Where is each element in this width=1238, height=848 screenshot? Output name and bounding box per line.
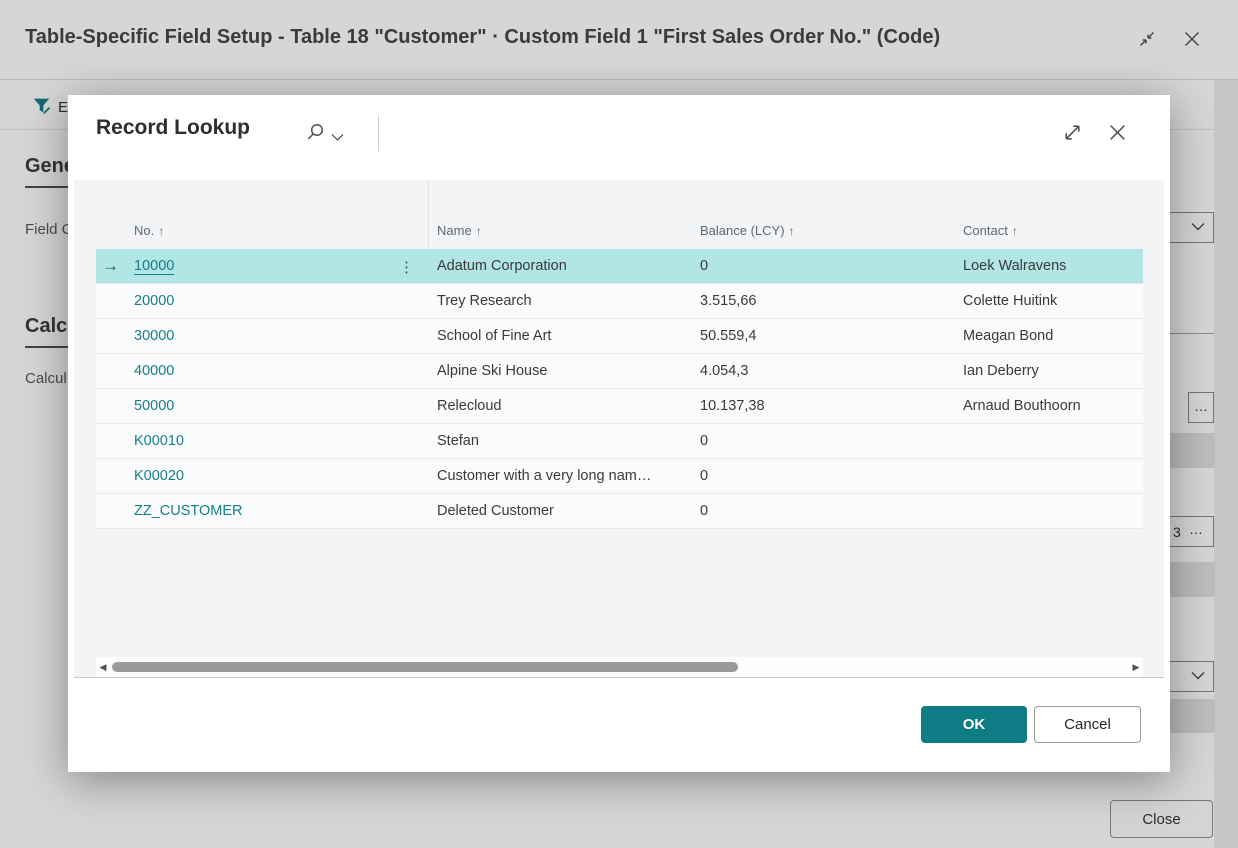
table-row[interactable]: ZZ_CUSTOMER Deleted Customer 0 [96, 494, 1143, 529]
cell-no: 40000 [96, 363, 428, 379]
app-window: Table-Specific Field Setup - Table 18 "C… [0, 0, 1238, 848]
cell-no: ZZ_CUSTOMER [96, 503, 428, 519]
cell-no: → 10000 ⋮ [96, 258, 428, 274]
cell-no: 50000 [96, 398, 428, 414]
record-no-link[interactable]: K00020 [134, 468, 184, 484]
table-row[interactable]: K00020 Customer with a very long nam… 0 [96, 459, 1143, 494]
table-body: → 10000 ⋮ Adatum Corporation 0 Loek Walr… [96, 249, 1143, 529]
cell-balance[interactable]: 10.137,38 [690, 398, 953, 414]
table-row[interactable]: K00010 Stefan 0 [96, 424, 1143, 459]
cell-contact[interactable]: Colette Huitink [953, 293, 1143, 309]
cell-balance[interactable]: 4.054,3 [690, 363, 953, 379]
cell-contact[interactable]: Meagan Bond [953, 328, 1143, 344]
cell-contact[interactable]: Ian Deberry [953, 363, 1143, 379]
table-row[interactable]: 40000 Alpine Ski House 4.054,3 Ian Deber… [96, 354, 1143, 389]
cell-balance[interactable]: 0 [690, 503, 953, 519]
cell-name[interactable]: Stefan [428, 433, 690, 449]
table-row[interactable]: 30000 School of Fine Art 50.559,4 Meagan… [96, 319, 1143, 354]
record-no-link[interactable]: 10000 [134, 258, 174, 275]
horizontal-scrollbar[interactable]: ◀ ▶ [96, 657, 1143, 677]
scrollbar-thumb[interactable] [112, 662, 738, 672]
ok-button[interactable]: OK [921, 706, 1027, 743]
sort-ascending-icon: ↑ [476, 224, 482, 238]
cell-balance[interactable]: 0 [690, 433, 953, 449]
cell-no: 20000 [96, 293, 428, 309]
record-lookup-dialog: Record Lookup No. [68, 95, 1170, 772]
table-row[interactable]: 20000 Trey Research 3.515,66 Colette Hui… [96, 284, 1143, 319]
scroll-right-arrow-icon[interactable]: ▶ [1129, 662, 1143, 673]
column-header-balance[interactable]: Balance (LCY) ↑ [690, 223, 953, 238]
record-no-link[interactable]: ZZ_CUSTOMER [134, 503, 243, 519]
search-chevron-down-icon[interactable] [331, 129, 344, 139]
sort-ascending-icon: ↑ [1012, 224, 1018, 238]
table-row[interactable]: → 10000 ⋮ Adatum Corporation 0 Loek Walr… [96, 249, 1143, 284]
header-divider [378, 115, 379, 151]
cell-balance[interactable]: 3.515,66 [690, 293, 953, 309]
expand-dialog-icon[interactable] [1062, 122, 1083, 143]
cell-balance[interactable]: 50.559,4 [690, 328, 953, 344]
current-row-arrow-icon: → [102, 256, 119, 276]
cell-name[interactable]: Alpine Ski House [428, 363, 690, 379]
sort-ascending-icon: ↑ [789, 224, 795, 238]
cell-contact[interactable]: Loek Walravens [953, 258, 1143, 274]
column-header-name[interactable]: Name ↑ [428, 223, 690, 238]
scrollbar-track[interactable] [110, 657, 1129, 677]
cell-no: K00020 [96, 468, 428, 484]
row-menu-icon[interactable]: ⋮ [399, 258, 414, 276]
search-icon[interactable] [305, 122, 325, 142]
column-header-no[interactable]: No. ↑ [96, 223, 428, 238]
grid-header-row: No. ↑ Name ↑ Balance (LCY) ↑ Contact ↑ [96, 212, 1143, 249]
cell-balance[interactable]: 0 [690, 468, 953, 484]
record-no-link[interactable]: 30000 [134, 328, 174, 344]
table-row[interactable]: 50000 Relecloud 10.137,38 Arnaud Bouthoo… [96, 389, 1143, 424]
cell-name[interactable]: Adatum Corporation [428, 258, 690, 274]
dialog-title: Record Lookup [96, 116, 250, 140]
close-dialog-icon[interactable] [1107, 122, 1128, 143]
cell-name[interactable]: School of Fine Art [428, 328, 690, 344]
record-no-link[interactable]: 40000 [134, 363, 174, 379]
cell-name[interactable]: Relecloud [428, 398, 690, 414]
record-no-link[interactable]: K00010 [134, 433, 184, 449]
cell-name[interactable]: Deleted Customer [428, 503, 690, 519]
record-lookup-grid: No. ↑ Name ↑ Balance (LCY) ↑ Contact ↑ [74, 180, 1164, 678]
record-no-link[interactable]: 20000 [134, 293, 174, 309]
cell-name[interactable]: Trey Research [428, 293, 690, 309]
column-header-contact[interactable]: Contact ↑ [953, 223, 1143, 238]
scroll-left-arrow-icon[interactable]: ◀ [96, 662, 110, 673]
cell-contact[interactable]: Arnaud Bouthoorn [953, 398, 1143, 414]
sort-ascending-icon: ↑ [158, 224, 164, 238]
cell-name[interactable]: Customer with a very long nam… [428, 468, 690, 484]
record-no-link[interactable]: 50000 [134, 398, 174, 414]
cell-balance[interactable]: 0 [690, 258, 953, 274]
cell-no: K00010 [96, 433, 428, 449]
cell-no: 30000 [96, 328, 428, 344]
cancel-button[interactable]: Cancel [1034, 706, 1141, 743]
